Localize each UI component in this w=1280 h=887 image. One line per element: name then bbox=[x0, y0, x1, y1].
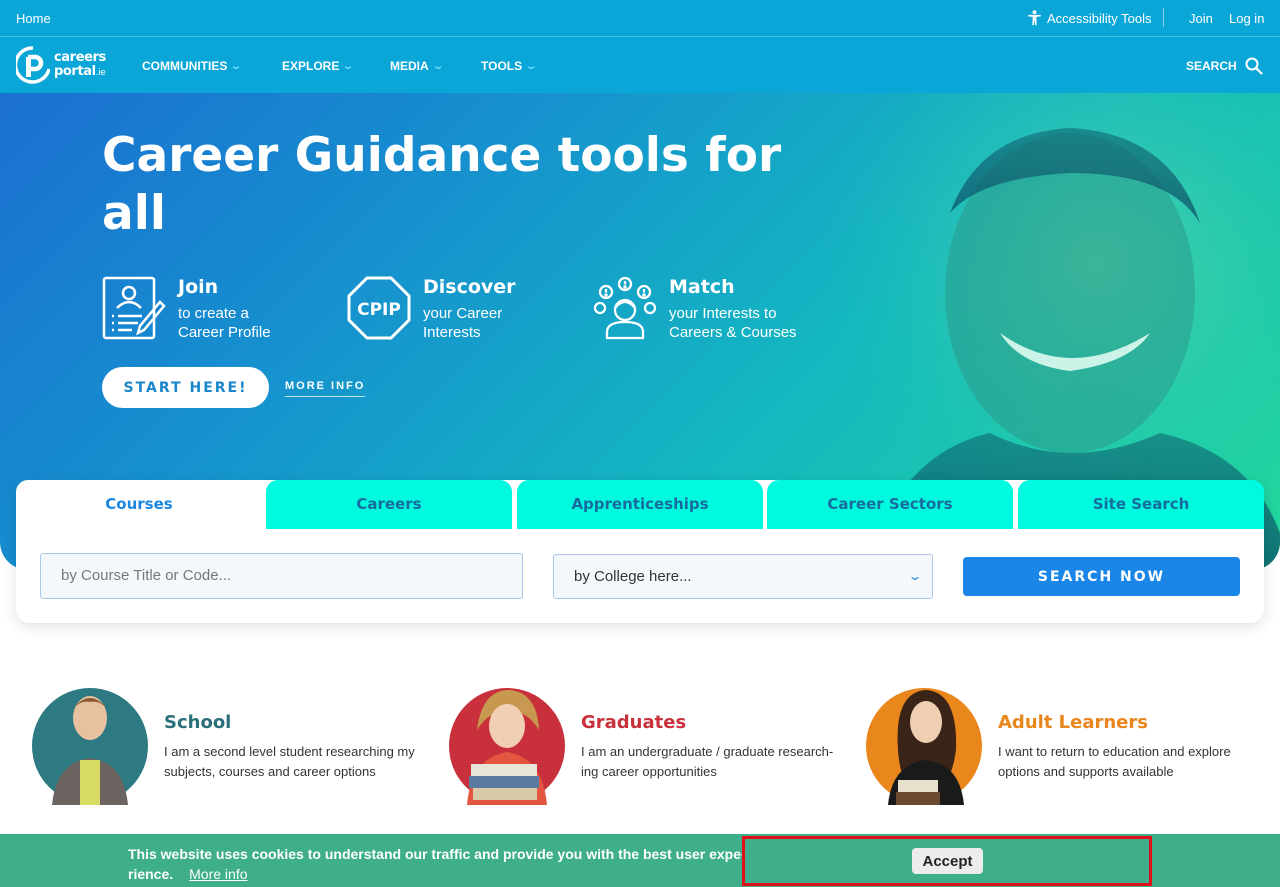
chevron-down-icon: ⌄ bbox=[230, 60, 243, 72]
match-person-icon bbox=[593, 276, 657, 340]
graduates-title[interactable]: Graduates bbox=[581, 712, 686, 733]
search-now-button[interactable]: SEARCH NOW bbox=[963, 557, 1240, 596]
divider bbox=[1163, 8, 1164, 27]
feature-discover-line2: Interests bbox=[423, 324, 481, 341]
college-select-value: by College here... bbox=[574, 568, 692, 585]
tab-careers[interactable]: Careers bbox=[266, 480, 512, 529]
chevron-down-icon: ⌄ bbox=[431, 60, 445, 72]
nav-search-button[interactable]: SEARCH bbox=[1186, 57, 1263, 75]
adult-learners-desc: I want to return to education and explor… bbox=[998, 744, 1231, 779]
feature-match-title: Match bbox=[669, 276, 735, 298]
cookie-message: This website uses cookies to understand … bbox=[128, 844, 748, 884]
course-search-input[interactable]: by Course Title or Code... bbox=[40, 553, 523, 599]
audience-adult-learners[interactable]: Adult Learners I want to return to educa… bbox=[864, 680, 1264, 810]
logo-text: careers portal.ie bbox=[54, 49, 106, 80]
accessibility-icon bbox=[1028, 10, 1041, 26]
chevron-down-icon: ⌄ bbox=[342, 60, 355, 72]
feature-discover-title: Discover bbox=[423, 276, 516, 298]
join-link[interactable]: Join bbox=[1189, 11, 1213, 26]
nav-communities-label: COMMUNITIES bbox=[142, 59, 228, 73]
tab-apprenticeships[interactable]: Apprenticeships bbox=[517, 480, 763, 529]
home-link[interactable]: Home bbox=[16, 11, 51, 26]
feature-join-line1: to create a bbox=[178, 305, 249, 322]
cookie-banner: This website uses cookies to understand … bbox=[0, 834, 1280, 887]
cookie-more-info-link[interactable]: More info bbox=[189, 866, 247, 882]
feature-join-line2: Career Profile bbox=[178, 324, 271, 341]
feature-match-line2: Careers & Courses bbox=[669, 324, 797, 341]
nav-explore[interactable]: EXPLORE ⌄ bbox=[282, 59, 355, 73]
profile-form-icon bbox=[102, 276, 166, 340]
school-desc: I am a second level student researching … bbox=[164, 744, 415, 779]
nav-search-label: SEARCH bbox=[1186, 59, 1237, 73]
graduate-student-image bbox=[449, 688, 565, 805]
adult-learners-title[interactable]: Adult Learners bbox=[998, 712, 1148, 733]
main-nav: careers portal.ie COMMUNITIES ⌄ EXPLORE … bbox=[0, 37, 1280, 93]
nav-media-label: MEDIA bbox=[390, 59, 429, 73]
feature-join[interactable]: Join to create a Career Profile bbox=[102, 276, 271, 342]
search-panel: Courses Careers Apprenticeships Career S… bbox=[16, 480, 1264, 623]
nav-media[interactable]: MEDIA ⌄ bbox=[390, 59, 445, 73]
adult-learner-image bbox=[866, 688, 982, 805]
cpip-icon-text: CPIP bbox=[357, 300, 401, 320]
cookie-accept-button[interactable]: Accept bbox=[912, 848, 983, 874]
school-title[interactable]: School bbox=[164, 712, 231, 733]
hero-title: Career Guidance tools for all bbox=[102, 128, 782, 241]
college-select[interactable]: by College here... ⌄ bbox=[553, 554, 933, 599]
feature-match[interactable]: Match your Interests to Careers & Course… bbox=[593, 276, 797, 342]
tab-courses[interactable]: Courses bbox=[16, 480, 262, 529]
audience-graduates[interactable]: Graduates I am an undergraduate / gradua… bbox=[447, 680, 847, 810]
graduates-desc: I am an undergraduate / graduate researc… bbox=[581, 744, 834, 779]
search-icon bbox=[1245, 57, 1263, 75]
careersportal-logo[interactable]: careers portal.ie bbox=[16, 45, 106, 85]
chevron-down-icon: ⌄ bbox=[525, 60, 538, 72]
tab-site-search[interactable]: Site Search bbox=[1018, 480, 1264, 529]
top-bar: Home Accessibility Tools Join Log in bbox=[0, 0, 1280, 37]
start-here-button[interactable]: START HERE! bbox=[102, 367, 269, 408]
logo-mark-icon bbox=[16, 46, 50, 84]
feature-match-line1: your Interests to bbox=[669, 305, 777, 322]
nav-tools-label: TOOLS bbox=[481, 59, 523, 73]
logo-suffix: .ie bbox=[95, 67, 106, 78]
school-student-image bbox=[32, 688, 148, 805]
nav-communities[interactable]: COMMUNITIES ⌄ bbox=[142, 59, 243, 73]
nav-tools[interactable]: TOOLS ⌄ bbox=[481, 59, 538, 73]
more-info-link[interactable]: MORE INFO bbox=[285, 380, 366, 397]
accessibility-label: Accessibility Tools bbox=[1047, 10, 1152, 26]
audience-school[interactable]: School I am a second level student resea… bbox=[30, 680, 430, 810]
cpip-icon: CPIP bbox=[347, 276, 411, 340]
tab-career-sectors[interactable]: Career Sectors bbox=[767, 480, 1013, 529]
chevron-down-icon: ⌄ bbox=[907, 569, 923, 583]
logo-line1: careers bbox=[54, 49, 106, 65]
nav-explore-label: EXPLORE bbox=[282, 59, 340, 73]
accessibility-tools-link[interactable]: Accessibility Tools bbox=[1027, 10, 1152, 26]
feature-join-title: Join bbox=[178, 276, 219, 298]
feature-discover-line1: your Career bbox=[423, 305, 503, 322]
feature-discover[interactable]: CPIP Discover your Career Interests bbox=[347, 276, 516, 342]
logo-line2: portal bbox=[54, 63, 96, 79]
login-link[interactable]: Log in bbox=[1229, 11, 1264, 26]
